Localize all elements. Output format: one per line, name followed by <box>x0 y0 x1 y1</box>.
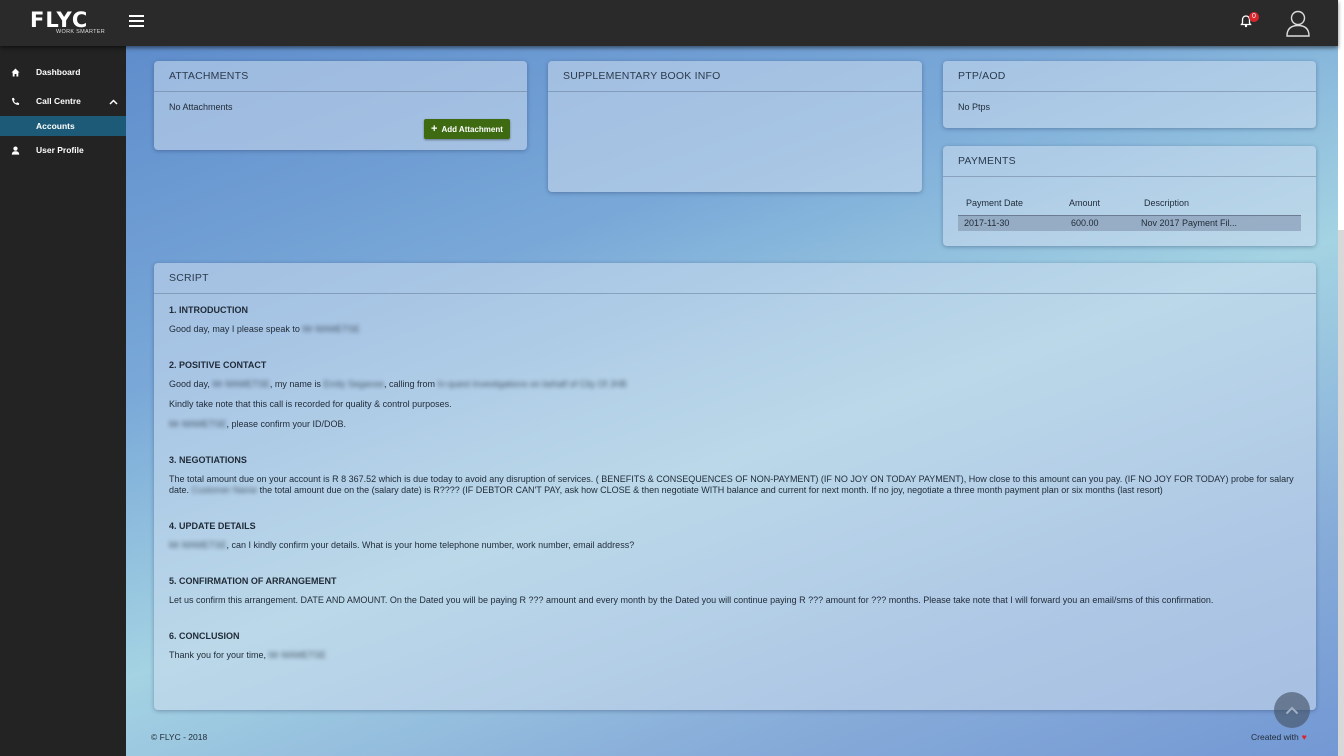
card-title: SUPPLEMENTARY BOOK INFO <box>548 61 922 92</box>
section-heading: 2. POSITIVE CONTACT <box>169 360 267 370</box>
logo[interactable]: FLYC WORK SMARTER <box>30 9 112 39</box>
supplementary-card: SUPPLEMENTARY BOOK INFO <box>548 61 922 192</box>
section-text: The total amount due on your account is … <box>169 474 1301 496</box>
payments-table: Payment Date Amount Description 2017-11-… <box>958 192 1301 231</box>
payment-description: Nov 2017 Payment Fil... <box>1135 214 1301 231</box>
payment-date: 2017-11-30 <box>958 214 1065 231</box>
section-text: Let us confirm this arrangement. DATE AN… <box>169 595 1214 605</box>
section-heading: 1. INTRODUCTION <box>169 305 249 315</box>
notification-badge: 0 <box>1249 12 1259 22</box>
redacted-company: In-quest Investigations on behalf of Cit… <box>437 379 627 389</box>
redacted-name: Mr MAMETSE <box>169 540 227 550</box>
card-title: PTP/AOD <box>943 61 1316 92</box>
attachments-card: ATTACHMENTS No Attachments + Add Attachme… <box>154 61 527 150</box>
section-heading: 3. NEGOTIATIONS <box>169 455 247 465</box>
main-content: ATTACHMENTS No Attachments + Add Attachme… <box>126 46 1338 756</box>
ptp-card: PTP/AOD No Ptps <box>943 61 1316 128</box>
scroll-to-top-button[interactable] <box>1274 692 1310 728</box>
sidebar-item-label: Call Centre <box>36 96 81 106</box>
scrollbar-thumb[interactable] <box>1338 230 1344 756</box>
user-icon <box>11 146 20 155</box>
section-text: Thank you for your time, Mr MAMETSE <box>169 650 1301 661</box>
attachments-empty-text: No Attachments <box>169 102 233 112</box>
sidebar-item-label: Dashboard <box>36 67 81 77</box>
section-heading: 5. CONFIRMATION OF ARRANGEMENT <box>169 576 337 586</box>
card-title: ATTACHMENTS <box>154 61 527 92</box>
phone-icon <box>12 97 20 105</box>
card-title: SCRIPT <box>154 263 1316 294</box>
section-text: Good day, may I please speak to Mr MAMET… <box>169 324 1301 335</box>
top-bar: FLYC WORK SMARTER 0 <box>0 0 1338 46</box>
script-body: 1. INTRODUCTION Good day, may I please s… <box>154 305 1316 661</box>
payments-card: PAYMENTS Payment Date Amount Description… <box>943 146 1316 246</box>
ptp-empty-text: No Ptps <box>958 102 991 112</box>
sidebar-item-call-centre[interactable]: Call Centre <box>0 87 126 116</box>
plus-icon: + <box>431 123 438 135</box>
column-header[interactable]: Description <box>1135 192 1301 215</box>
section-text: Mr MAMETSE, can I kindly confirm your de… <box>169 540 1301 551</box>
sidebar-subitem-label: Accounts <box>36 121 75 131</box>
redacted-name: Mr MAMETSE <box>268 650 327 660</box>
logo-text: FLYC <box>30 8 89 32</box>
redacted-customer: Customer Name <box>191 485 258 495</box>
text-fragment: , my name is <box>269 379 321 389</box>
chevron-up-icon[interactable] <box>109 98 118 105</box>
hamburger-menu-icon[interactable] <box>129 15 144 27</box>
sidebar-item-label: User Profile <box>36 145 84 155</box>
section-heading: 6. CONCLUSION <box>169 631 240 641</box>
redacted-agent: Emily Seganoe <box>323 379 384 389</box>
user-avatar-icon[interactable] <box>1285 9 1311 37</box>
chevron-up-icon <box>1285 706 1299 714</box>
text-fragment: , can I kindly confirm your details. Wha… <box>226 540 635 550</box>
logo-tagline: WORK SMARTER <box>56 29 106 35</box>
sidebar: Dashboard Call Centre Accounts User Prof… <box>0 46 126 756</box>
heart-icon: ♥ <box>1301 732 1307 742</box>
redacted-name: Mr MAMETSE <box>302 324 360 334</box>
text-fragment: , calling from <box>383 379 435 389</box>
text-fragment: , please confirm your ID/DOB. <box>226 419 347 429</box>
column-header[interactable]: Payment Date <box>958 192 1065 215</box>
footer-copyright: © FLYC - 2018 <box>151 732 208 742</box>
sidebar-item-user-profile[interactable]: User Profile <box>0 136 126 164</box>
redacted-name: Mr MAMETSE <box>212 379 270 389</box>
text-fragment: the total amount due on the (salary date… <box>259 485 1163 495</box>
card-title: PAYMENTS <box>943 146 1316 177</box>
home-icon <box>11 68 20 77</box>
footer-created-text: Created with <box>1251 732 1299 742</box>
script-card: SCRIPT 1. INTRODUCTION Good day, may I p… <box>154 263 1316 710</box>
add-attachment-label: Add Attachment <box>441 125 503 134</box>
sidebar-subitem-accounts[interactable]: Accounts <box>0 116 126 136</box>
payment-amount: 600.00 <box>1065 214 1135 231</box>
section-text: Good day, Mr MAMETSE, my name is Emily S… <box>169 379 1301 390</box>
table-row[interactable]: 2017-11-30 600.00 Nov 2017 Payment Fil..… <box>958 214 1301 231</box>
text-fragment: Thank you for your time, <box>169 650 267 660</box>
sidebar-item-dashboard[interactable]: Dashboard <box>0 58 126 87</box>
section-heading: 4. UPDATE DETAILS <box>169 521 256 531</box>
text-fragment: Good day, may I please speak to <box>169 324 300 334</box>
page-scrollbar[interactable] <box>1338 0 1344 756</box>
text-fragment: Good day, <box>169 379 210 389</box>
footer-created-with: Created with ♥ <box>1251 732 1307 742</box>
add-attachment-button[interactable]: + Add Attachment <box>424 119 510 139</box>
redacted-name: Mr MAMETSE <box>169 419 227 429</box>
section-text: Mr MAMETSE, please confirm your ID/DOB. <box>169 419 1301 430</box>
column-header[interactable]: Amount <box>1065 192 1135 215</box>
section-text: Kindly take note that this call is recor… <box>169 399 452 409</box>
